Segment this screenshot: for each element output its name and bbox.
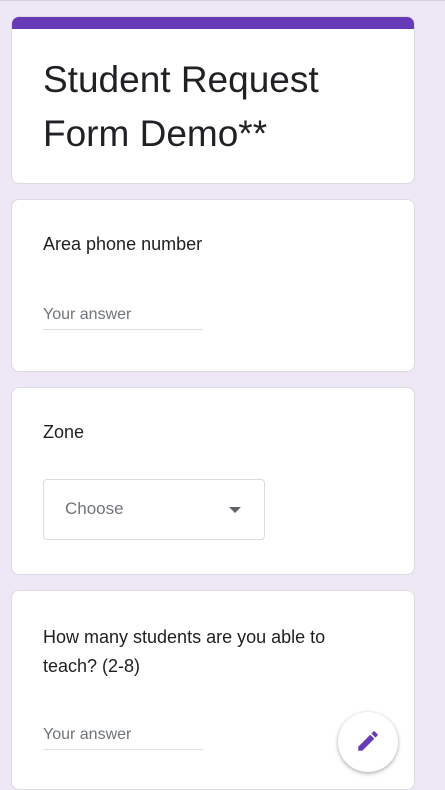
- form-header-card: Student Request Form Demo**: [11, 16, 415, 184]
- form-accent-bar: [12, 17, 414, 29]
- edit-fab-button[interactable]: [338, 712, 398, 772]
- zone-dropdown-value: Choose: [65, 499, 124, 518]
- question-label-students-count: How many students are you able to teach?…: [43, 627, 326, 676]
- area-phone-input[interactable]: [43, 301, 203, 330]
- question-label-area-phone: Area phone number: [43, 234, 203, 254]
- dropdown-arrow-icon: [229, 507, 241, 513]
- pencil-icon: [358, 731, 378, 751]
- question-card-area-phone: Area phone number: [11, 199, 415, 372]
- question-label-zone: Zone: [43, 422, 85, 442]
- question-card-zone: Zone Choose: [11, 387, 415, 575]
- zone-dropdown[interactable]: Choose: [43, 479, 265, 540]
- form-title: Student Request Form Demo**: [43, 59, 319, 154]
- students-count-input[interactable]: [43, 721, 203, 750]
- top-divider: [0, 0, 445, 1]
